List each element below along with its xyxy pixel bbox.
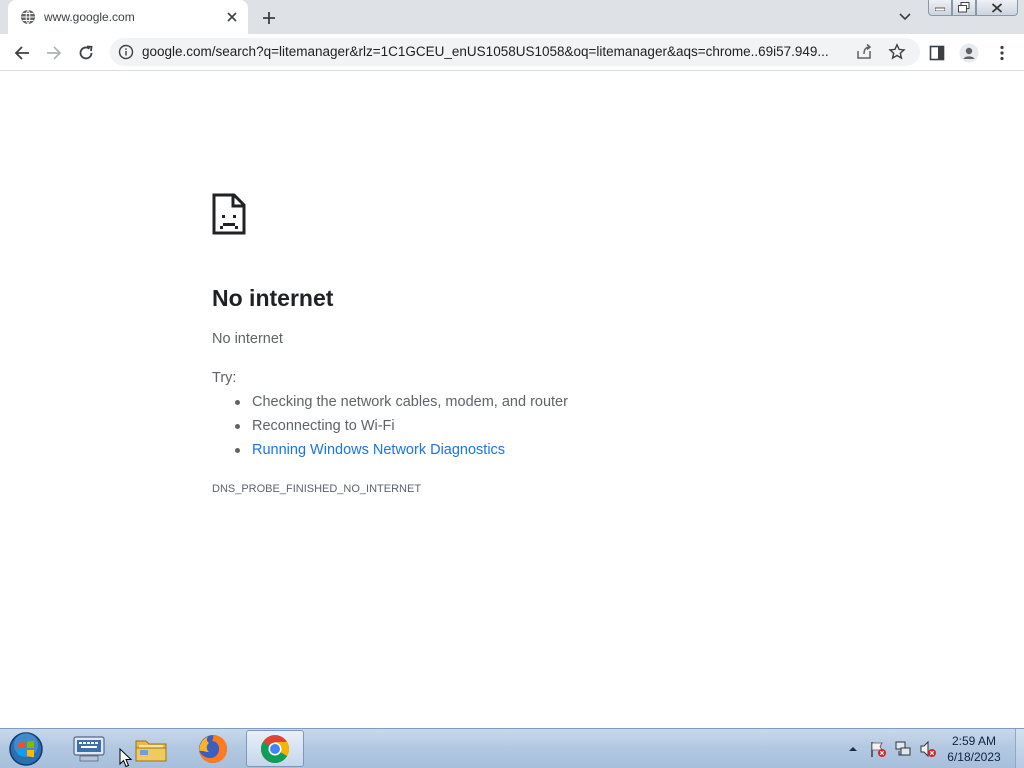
new-tab-icon[interactable] xyxy=(259,8,279,28)
show-desktop-button[interactable] xyxy=(1015,729,1024,768)
reload-icon[interactable] xyxy=(75,42,97,64)
tab-strip: www.google.com xyxy=(0,0,1024,34)
info-icon[interactable] xyxy=(118,44,134,60)
address-bar-url[interactable]: google.com/search?q=litemanager&rlz=1C1G… xyxy=(142,44,852,59)
action-center-flag-icon[interactable] xyxy=(867,738,889,760)
error-heading: No internet xyxy=(212,285,334,311)
start-button[interactable] xyxy=(6,731,46,767)
sad-page-icon xyxy=(212,193,246,235)
close-window-button[interactable] xyxy=(976,0,1018,16)
show-hidden-icons-icon[interactable] xyxy=(842,738,864,760)
error-code: DNS_PROBE_FINISHED_NO_INTERNET xyxy=(212,483,422,495)
desktop: www.google.com google.com/search?q=litem… xyxy=(0,0,1024,768)
taskbar: 2:59 AM 6/18/2023 xyxy=(0,728,1024,768)
browser-toolbar: google.com/search?q=litemanager&rlz=1C1G… xyxy=(0,34,1024,71)
network-disconnected-icon[interactable] xyxy=(892,738,914,760)
firefox-icon[interactable] xyxy=(184,730,242,767)
suggestion-item: Checking the network cables, modem, and … xyxy=(235,394,568,418)
back-arrow-icon[interactable] xyxy=(11,42,33,64)
chevron-down-icon[interactable] xyxy=(896,8,914,26)
bookmark-star-icon[interactable] xyxy=(888,43,906,61)
globe-icon xyxy=(20,9,36,25)
chrome-taskbar-button[interactable] xyxy=(246,730,304,767)
suggestion-item: Reconnecting to Wi-Fi xyxy=(235,418,568,442)
profile-avatar-icon[interactable] xyxy=(958,42,980,64)
network-diagnostics-link[interactable]: Running Windows Network Diagnostics xyxy=(235,442,568,466)
try-label: Try: xyxy=(212,370,237,386)
side-panel-icon[interactable] xyxy=(926,42,948,64)
suggestions-list: Checking the network cables, modem, and … xyxy=(235,394,568,466)
taskbar-clock[interactable]: 2:59 AM 6/18/2023 xyxy=(938,733,1010,765)
close-tab-icon[interactable] xyxy=(224,9,240,25)
error-message: No internet xyxy=(212,331,283,347)
more-menu-icon[interactable] xyxy=(991,42,1013,64)
forward-arrow-icon[interactable] xyxy=(43,42,65,64)
clock-date: 6/18/2023 xyxy=(947,750,1001,764)
chrome-icon xyxy=(261,734,289,763)
minimize-window-button[interactable] xyxy=(928,0,952,16)
on-screen-keyboard-icon[interactable] xyxy=(60,730,118,767)
system-tray xyxy=(842,737,942,761)
clock-time: 2:59 AM xyxy=(951,734,997,748)
speaker-muted-icon[interactable] xyxy=(917,738,939,760)
page-content: No internet No internet Try: Checking th… xyxy=(0,72,1024,728)
share-icon[interactable] xyxy=(855,43,873,61)
restore-window-button[interactable] xyxy=(952,0,976,16)
tab-title: www.google.com xyxy=(44,10,135,24)
address-bar[interactable]: google.com/search?q=litemanager&rlz=1C1G… xyxy=(110,38,920,66)
mouse-cursor-icon xyxy=(119,747,133,768)
tab-google[interactable]: www.google.com xyxy=(8,0,248,34)
